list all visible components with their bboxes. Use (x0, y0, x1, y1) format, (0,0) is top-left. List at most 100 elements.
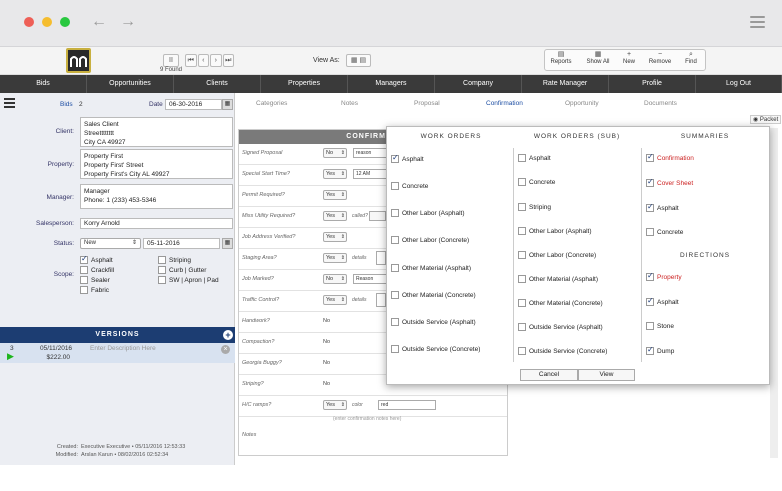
print-option[interactable]: Stone (646, 322, 674, 330)
back-arrow-icon[interactable]: ← (91, 13, 107, 31)
status-select[interactable]: New ⇕ (80, 238, 141, 249)
tab-confirmation[interactable]: Confirmation (486, 100, 523, 107)
print-option-checkbox[interactable] (518, 251, 526, 259)
print-option-checkbox[interactable] (391, 236, 399, 244)
print-option-checkbox[interactable] (518, 275, 526, 283)
print-option[interactable]: Cover Sheet (646, 177, 693, 187)
print-option-checkbox[interactable] (646, 345, 654, 355)
called-select[interactable] (369, 211, 386, 221)
toolbar-action-button[interactable]: − Remove (645, 49, 675, 71)
print-option[interactable]: Striping (518, 203, 551, 211)
scope-option[interactable]: Sealer (80, 276, 110, 284)
print-option-checkbox[interactable] (518, 203, 526, 211)
status-date-field[interactable]: 05-11-2016 (143, 238, 220, 249)
client-field[interactable]: Sales Client Streetttttttt City CA 49927 (80, 117, 233, 147)
maximize-window-button[interactable] (60, 17, 70, 27)
manager-field[interactable]: Manager Phone: 1 (233) 453-5346 (80, 184, 233, 209)
packet-button[interactable]: ◉ Packet (750, 115, 782, 124)
color-field[interactable]: red (378, 400, 436, 410)
record-nav-button[interactable]: ⏮ (185, 54, 197, 67)
print-option[interactable]: Other Labor (Concrete) (391, 236, 469, 244)
scope-option[interactable]: Fabric (80, 286, 109, 294)
nav-tab-log-out[interactable]: Log Out (696, 75, 782, 93)
scope-checkbox[interactable] (158, 276, 166, 284)
nav-tab-rate-manager[interactable]: Rate Manager (522, 75, 609, 93)
print-option[interactable]: Outside Service (Concrete) (391, 345, 480, 353)
print-option[interactable]: Other Labor (Concrete) (518, 251, 596, 259)
date-field[interactable]: 06-30-2016 (165, 99, 222, 110)
print-option-checkbox[interactable] (391, 182, 399, 190)
yes-no-select[interactable]: Yes (323, 211, 347, 221)
print-option-checkbox[interactable] (391, 345, 399, 353)
tab-categories[interactable]: Categories (256, 100, 287, 107)
print-option-checkbox[interactable] (646, 177, 654, 187)
print-option-checkbox[interactable] (518, 154, 526, 162)
yes-no-select[interactable]: No (323, 148, 347, 158)
scope-checkbox[interactable] (158, 266, 166, 274)
scope-checkbox[interactable] (80, 286, 88, 294)
version-description[interactable]: Enter Description Here (90, 345, 156, 352)
notes-field[interactable] (239, 422, 507, 455)
view-button[interactable]: View (578, 369, 635, 381)
menu-icon[interactable] (750, 16, 765, 31)
print-option-checkbox[interactable] (518, 347, 526, 355)
yes-no-select[interactable]: Yes (323, 169, 347, 179)
yes-no-select[interactable]: Yes (323, 400, 347, 410)
calendar-icon[interactable]: ▦ (222, 238, 233, 249)
add-version-icon[interactable]: + (223, 330, 233, 340)
scrollbar[interactable] (770, 128, 778, 458)
scope-option[interactable]: SW | Apron | Pad (158, 276, 219, 284)
nav-tab-profile[interactable]: Profile (609, 75, 696, 93)
record-nav-button[interactable]: › (210, 54, 222, 67)
print-option-checkbox[interactable] (518, 299, 526, 307)
print-option[interactable]: Other Material (Asphalt) (391, 264, 471, 272)
tab-proposal[interactable]: Proposal (414, 100, 440, 107)
scope-checkbox[interactable] (158, 256, 166, 264)
print-option[interactable]: Concrete (646, 228, 683, 236)
calendar-icon[interactable]: ▦ (222, 99, 233, 110)
play-icon[interactable]: ▶ (7, 351, 14, 362)
scope-option[interactable]: Striping (158, 256, 191, 264)
nav-tab-bids[interactable]: Bids (0, 75, 87, 93)
toolbar-action-button[interactable]: + New (614, 49, 644, 71)
tab-opportunity[interactable]: Opportunity (565, 100, 599, 107)
scope-option[interactable]: Asphalt (80, 254, 113, 264)
print-option[interactable]: Outside Service (Asphalt) (391, 318, 476, 326)
print-option-checkbox[interactable] (391, 153, 399, 163)
yes-no-select[interactable]: No (323, 274, 347, 284)
yes-no-select[interactable]: Yes (323, 295, 347, 305)
print-option-checkbox[interactable] (518, 227, 526, 235)
print-option[interactable]: Concrete (518, 178, 555, 186)
close-window-button[interactable] (24, 17, 34, 27)
print-option[interactable]: Confirmation (646, 152, 694, 162)
print-option-checkbox[interactable] (391, 264, 399, 272)
print-option-checkbox[interactable] (646, 228, 654, 236)
print-option-checkbox[interactable] (391, 291, 399, 299)
salesperson-field[interactable]: Korry Arnold (80, 218, 233, 229)
print-option[interactable]: Dump (646, 345, 674, 355)
print-option-checkbox[interactable] (518, 323, 526, 331)
print-option[interactable]: Other Material (Asphalt) (518, 275, 598, 283)
detail-field[interactable] (376, 251, 386, 265)
toolbar-action-button[interactable]: ⌕ Find (676, 49, 706, 71)
yes-no-select[interactable]: Yes (323, 190, 347, 200)
nav-tab-company[interactable]: Company (435, 75, 522, 93)
print-option[interactable]: Outside Service (Asphalt) (518, 323, 603, 331)
tab-notes[interactable]: Notes (341, 100, 358, 107)
print-option-checkbox[interactable] (646, 202, 654, 212)
tab-documents[interactable]: Documents (644, 100, 677, 107)
nav-tab-managers[interactable]: Managers (348, 75, 435, 93)
print-option-checkbox[interactable] (646, 152, 654, 162)
scope-checkbox[interactable] (80, 254, 88, 264)
view-as-toggle[interactable]: ▦ ▤ (346, 54, 371, 67)
print-option-checkbox[interactable] (646, 296, 654, 306)
print-option-checkbox[interactable] (518, 178, 526, 186)
yes-no-select[interactable]: Yes (323, 232, 347, 242)
print-option[interactable]: Asphalt (518, 154, 551, 162)
print-option-checkbox[interactable] (391, 209, 399, 217)
scope-option[interactable]: Crackfill (80, 266, 114, 274)
nav-tab-clients[interactable]: Clients (174, 75, 261, 93)
scope-option[interactable]: Curb | Gutter (158, 266, 206, 274)
print-option-checkbox[interactable] (391, 318, 399, 326)
print-option[interactable]: Asphalt (646, 202, 679, 212)
